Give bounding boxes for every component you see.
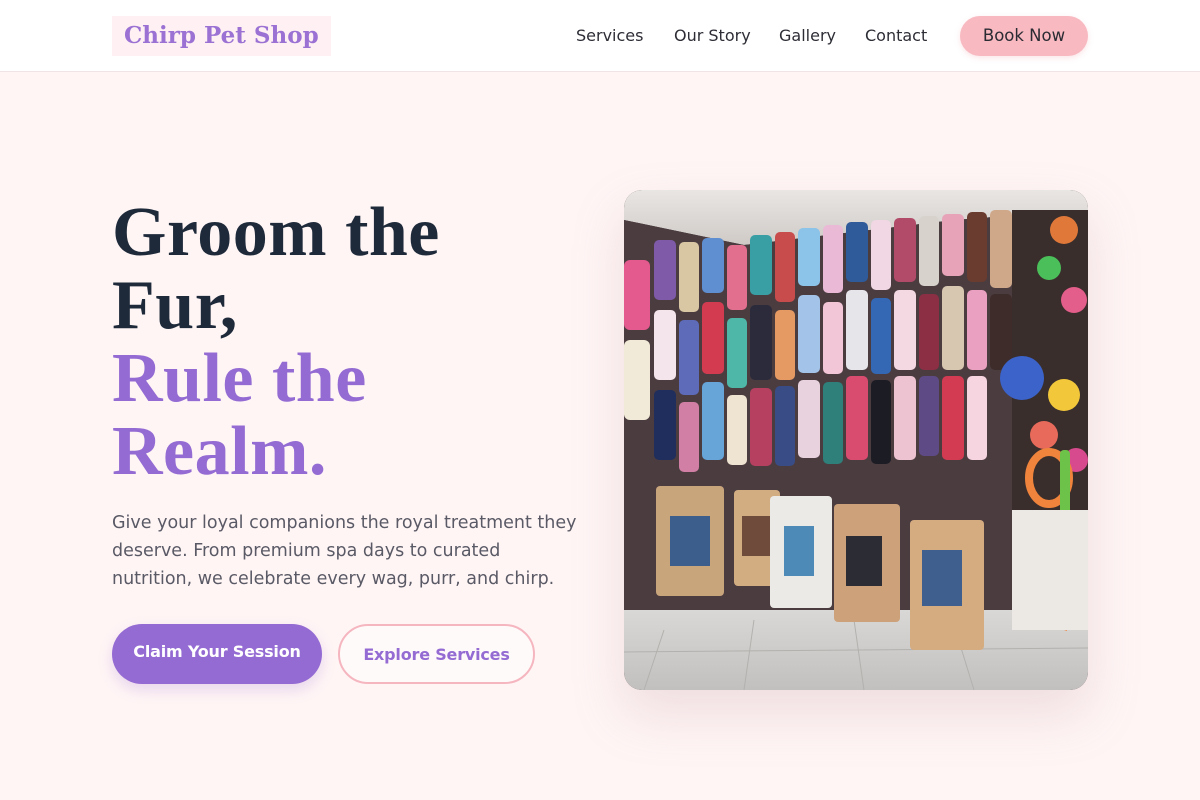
claim-session-button[interactable]: Claim Your Session: [112, 624, 322, 684]
headline-line-2: Fur,: [112, 267, 238, 344]
logo[interactable]: Chirp Pet Shop: [112, 16, 331, 56]
hero-image: [624, 190, 1088, 690]
hanging-pet-clothes: [624, 210, 1012, 472]
pet-toys: [1000, 210, 1088, 631]
hero-description: Give your loyal companions the royal tre…: [112, 513, 577, 589]
headline-accent-line-2: Realm.: [112, 413, 327, 490]
book-now-button[interactable]: Book Now: [960, 16, 1088, 56]
nav-link-services[interactable]: Services: [576, 24, 643, 48]
nav-link-contact[interactable]: Contact: [865, 24, 927, 48]
nav-link-our-story[interactable]: Our Story: [674, 24, 751, 48]
headline-line-1: Groom the: [112, 194, 440, 271]
nav-link-gallery[interactable]: Gallery: [779, 24, 836, 48]
hero-headline: Groom the Fur, Rule the Realm.: [112, 196, 572, 488]
site-header: Chirp Pet Shop Services Our Story Galler…: [0, 0, 1200, 72]
headline-accent-line-1: Rule the: [112, 340, 367, 417]
pet-shop-photo: [624, 190, 1088, 690]
explore-services-button[interactable]: Explore Services: [338, 624, 535, 684]
